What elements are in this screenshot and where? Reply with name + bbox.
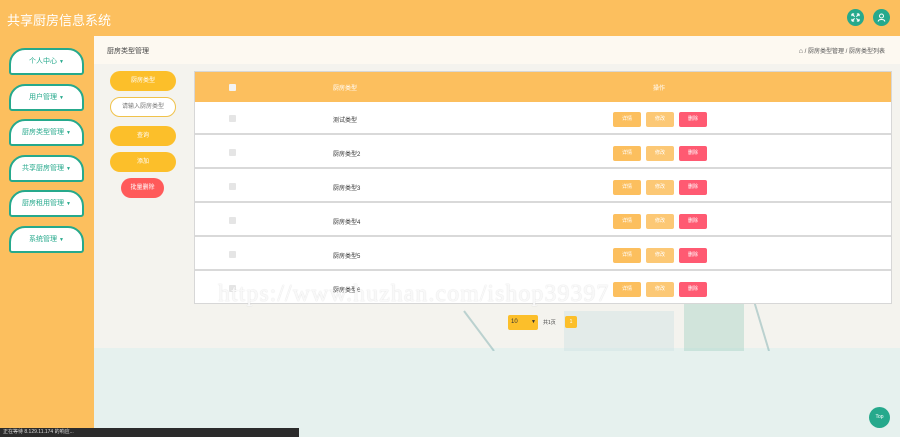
page-title: 厨房类型管理 xyxy=(107,48,149,55)
sidebar-item-kitchen-type-management[interactable]: 厨房类型管理 ▼ xyxy=(9,119,84,146)
table-row: 厨房类型4 详情 修改 删除 xyxy=(195,204,891,237)
edit-button[interactable]: 修改 xyxy=(646,248,674,263)
delete-button[interactable]: 删除 xyxy=(679,146,707,161)
row-checkbox[interactable] xyxy=(229,115,236,122)
column-header-kitchen-type: 厨房类型 xyxy=(333,86,358,92)
edit-button[interactable]: 修改 xyxy=(646,146,674,161)
column-header-actions: 操作 xyxy=(653,86,666,92)
sidebar-item-label: 个人中心 xyxy=(29,58,58,65)
table-row: 测试类型 详情 修改 删除 xyxy=(195,102,891,135)
sidebar-item-label: 厨房类型管理 xyxy=(22,129,65,136)
table-row: 厨房类型3 详情 修改 删除 xyxy=(195,170,891,203)
table-row: 厨房类型5 详情 修改 删除 xyxy=(195,238,891,271)
back-to-top-button[interactable]: Top xyxy=(869,407,890,428)
search-button[interactable]: 查询 xyxy=(110,126,176,146)
kitchen-type-table: 厨房类型 操作 测试类型 详情 修改 删除 厨房类型2 详情 修改 删除 厨房类… xyxy=(194,71,892,304)
row-checkbox[interactable] xyxy=(229,251,236,258)
breadcrumb-trail[interactable]: / 厨房类型管理 / 厨房类型列表 xyxy=(805,49,885,55)
table-header: 厨房类型 操作 xyxy=(195,72,891,102)
chevron-down-icon: ▼ xyxy=(59,59,64,65)
browser-status-bar: 正在等待 8.129.11.174 的响应... xyxy=(0,428,299,437)
expand-icon[interactable] xyxy=(847,9,864,26)
chevron-down-icon: ▼ xyxy=(59,95,64,101)
app-title: 共享厨房信息系统 xyxy=(7,13,112,28)
total-pages: 共1页 xyxy=(543,320,556,326)
detail-button[interactable]: 详情 xyxy=(613,214,641,229)
chevron-down-icon: ▼ xyxy=(66,201,71,207)
chevron-down-icon: ▼ xyxy=(66,130,71,136)
detail-button[interactable]: 详情 xyxy=(613,248,641,263)
kitchen-type-cell: 厨房类型4 xyxy=(333,220,361,226)
detail-button[interactable]: 详情 xyxy=(613,282,641,297)
edit-button[interactable]: 修改 xyxy=(646,214,674,229)
edit-button[interactable]: 修改 xyxy=(646,112,674,127)
page-number-button[interactable]: 1 xyxy=(565,316,577,328)
select-all-checkbox[interactable] xyxy=(229,84,236,91)
detail-button[interactable]: 详情 xyxy=(613,180,641,195)
sidebar: 个人中心 ▼ 用户管理 ▼ 厨房类型管理 ▼ 共享厨房管理 ▼ 厨房租用管理 ▼ 系统管理… xyxy=(0,36,94,437)
detail-button[interactable]: 详情 xyxy=(613,112,641,127)
delete-button[interactable]: 删除 xyxy=(679,112,707,127)
delete-button[interactable]: 删除 xyxy=(679,180,707,195)
sidebar-item-shared-kitchen-management[interactable]: 共享厨房管理 ▼ xyxy=(9,155,84,182)
edit-button[interactable]: 修改 xyxy=(646,282,674,297)
chevron-down-icon: ▼ xyxy=(66,166,71,172)
row-checkbox[interactable] xyxy=(229,217,236,224)
page-size-value: 10 xyxy=(511,319,518,325)
sidebar-item-label: 厨房租用管理 xyxy=(22,200,65,207)
sidebar-item-label: 系统管理 xyxy=(29,236,58,243)
chevron-down-icon: ▼ xyxy=(531,319,536,325)
row-checkbox[interactable] xyxy=(229,149,236,156)
kitchen-type-cell: 测试类型 xyxy=(333,118,358,124)
kitchen-type-cell: 厨房类型3 xyxy=(333,186,361,192)
sidebar-item-personal-center[interactable]: 个人中心 ▼ xyxy=(9,48,84,75)
kitchen-type-search-input[interactable]: 请输入厨房类型 xyxy=(110,97,176,117)
sidebar-item-label: 用户管理 xyxy=(29,94,58,101)
main-content: 厨房类型管理 ⌂ / 厨房类型管理 / 厨房类型列表 厨房类型 请输入厨房类型 … xyxy=(94,36,900,437)
delete-button[interactable]: 删除 xyxy=(679,248,707,263)
user-icon[interactable] xyxy=(873,9,890,26)
breadcrumb: 厨房类型管理 ⌂ / 厨房类型管理 / 厨房类型列表 xyxy=(94,36,900,64)
edit-button[interactable]: 修改 xyxy=(646,180,674,195)
sidebar-item-user-management[interactable]: 用户管理 ▼ xyxy=(9,84,84,111)
home-icon[interactable]: ⌂ xyxy=(799,48,803,55)
watermark-text: https://www.huzhan.com/ishop39397 xyxy=(218,281,610,307)
breadcrumb-path: ⌂ / 厨房类型管理 / 厨房类型列表 xyxy=(799,46,885,55)
sidebar-item-kitchen-rental-management[interactable]: 厨房租用管理 ▼ xyxy=(9,190,84,217)
kitchen-type-label: 厨房类型 xyxy=(110,71,176,91)
background-floor xyxy=(94,348,900,437)
add-button[interactable]: 添加 xyxy=(110,152,176,172)
delete-button[interactable]: 删除 xyxy=(679,282,707,297)
row-checkbox[interactable] xyxy=(229,183,236,190)
sidebar-item-label: 共享厨房管理 xyxy=(22,165,65,172)
kitchen-type-cell: 厨房类型2 xyxy=(333,152,361,158)
detail-button[interactable]: 详情 xyxy=(613,146,641,161)
delete-button[interactable]: 删除 xyxy=(679,214,707,229)
top-header: 共享厨房信息系统 xyxy=(0,0,900,36)
kitchen-type-cell: 厨房类型5 xyxy=(333,254,361,260)
table-row: 厨房类型2 详情 修改 删除 xyxy=(195,136,891,169)
bulk-delete-button[interactable]: 批量删除 xyxy=(121,178,164,198)
page-size-select[interactable]: 10 ▼ xyxy=(508,315,538,330)
sidebar-item-system-management[interactable]: 系统管理 ▼ xyxy=(9,226,84,253)
chevron-down-icon: ▼ xyxy=(59,237,64,243)
